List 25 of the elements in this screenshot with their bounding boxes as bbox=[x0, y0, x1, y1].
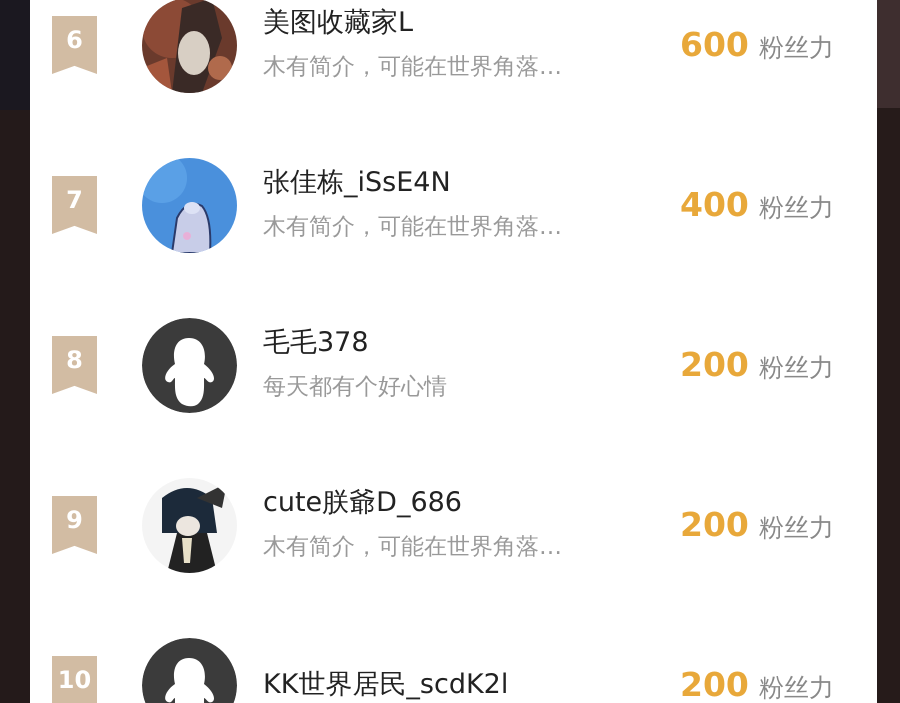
fan-score: 600 bbox=[680, 24, 749, 66]
user-name[interactable]: KK世界居民_scdK2l bbox=[263, 668, 663, 702]
rank-badge: 10 bbox=[52, 656, 97, 703]
user-name[interactable]: 毛毛378 bbox=[263, 326, 663, 360]
user-bio: 木有简介，可能在世界角落… bbox=[263, 52, 563, 82]
user-bio: 每天都有个好心情 bbox=[263, 372, 448, 402]
score-unit: 粉丝力 bbox=[758, 32, 834, 64]
score-unit: 粉丝力 bbox=[758, 192, 834, 224]
avatar-icon bbox=[142, 318, 237, 412]
user-name[interactable]: cute朕爺D_686 bbox=[263, 486, 663, 520]
user-bio: 木有简介，可能在世界角落… bbox=[263, 532, 563, 562]
score-unit: 粉丝力 bbox=[758, 352, 834, 384]
rank-badge: 8 bbox=[52, 336, 97, 394]
score-unit: 粉丝力 bbox=[758, 672, 834, 703]
user-name[interactable]: 张佳栋_iSsE4N bbox=[263, 166, 663, 200]
rank-badge: 9 bbox=[52, 496, 97, 554]
score-unit: 粉丝力 bbox=[758, 512, 834, 544]
user-name[interactable]: 美图收藏家L bbox=[263, 6, 663, 40]
fan-score: 200 bbox=[680, 504, 749, 546]
user-bio: 木有简介，可能在世界角落… bbox=[263, 212, 563, 242]
fan-score: 200 bbox=[680, 664, 749, 703]
fan-score: 400 bbox=[680, 184, 749, 226]
rank-badge: 6 bbox=[52, 16, 97, 74]
rank-badge: 7 bbox=[52, 176, 97, 234]
fan-score: 200 bbox=[680, 344, 749, 386]
